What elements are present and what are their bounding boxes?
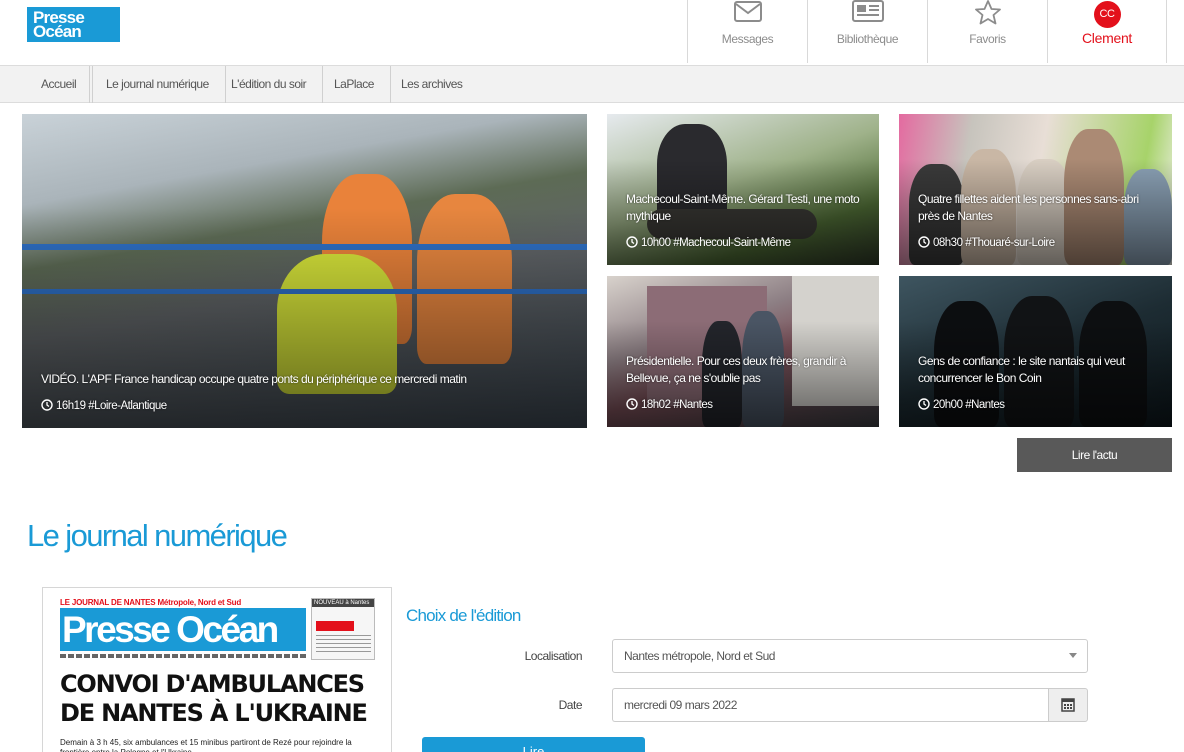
news-card-title: Gens de confiance : le site nantais qui … — [918, 354, 1125, 385]
cover-brand: Presse Océan — [60, 608, 306, 651]
news-card-time: 10h00 — [641, 237, 671, 249]
news-card-time: 16h19 — [56, 400, 86, 412]
news-card-4[interactable]: Gens de confiance : le site nantais qui … — [899, 276, 1172, 427]
nav-item-edition-du-soir[interactable]: L'édition du soir — [215, 66, 324, 103]
nav-item-laplace[interactable]: LaPlace — [318, 66, 391, 103]
library-button[interactable]: Bibliothèque — [807, 0, 927, 63]
user-name: Clement — [1081, 30, 1133, 46]
news-card-main[interactable]: VIDÉO. L'APF France handicap occupe quat… — [22, 114, 587, 428]
cover-info-line — [60, 654, 306, 658]
cover-ad-box: NOUVEAU à Nantes — [311, 598, 375, 660]
nav-item-archives[interactable]: Les archives — [385, 66, 478, 103]
location-select[interactable]: Nantes métropole, Nord et Sud — [612, 639, 1088, 673]
favorites-button[interactable]: Favoris — [927, 0, 1047, 63]
news-card-tag[interactable]: #Nantes — [673, 399, 713, 411]
cover-ad-head: NOUVEAU à Nantes — [312, 599, 374, 607]
newspaper-cover[interactable]: LE JOURNAL DE NANTES Métropole, Nord et … — [42, 587, 392, 752]
clock-icon — [626, 398, 638, 410]
date-value: mercredi 09 mars 2022 — [624, 698, 737, 712]
news-card-1[interactable]: Machecoul-Saint-Même. Gérard Testi, une … — [607, 114, 879, 265]
card-shade — [22, 208, 587, 428]
chevron-down-icon — [1069, 653, 1077, 658]
cover-headline-line-2: DE NANTES À L'UKRAINE — [60, 699, 368, 727]
nav-item-accueil[interactable]: Accueil — [25, 66, 94, 103]
news-card-meta: 16h19 #Loire-Atlantique — [41, 399, 167, 412]
messages-label: Messages — [721, 32, 774, 46]
cover-ad-lines — [316, 635, 371, 655]
logo-line-2: Océan — [33, 22, 82, 41]
cover-body: Demain à 3 h 45, six ambulances et 15 mi… — [60, 738, 352, 752]
favorites-label: Favoris — [969, 32, 1006, 46]
newspaper-icon — [851, 0, 884, 22]
presse-ocean-logo[interactable]: Presse Océan — [27, 7, 120, 42]
news-card-time: 08h30 — [933, 237, 963, 249]
news-card-meta: 10h00 #Machecoul-Saint-Même — [626, 236, 791, 249]
date-input[interactable]: mercredi 09 mars 2022 — [612, 688, 1049, 722]
cover-headline: CONVOI D'AMBULANCES DE NANTES À L'UKRAIN… — [60, 670, 380, 728]
cover-headline-line-1: CONVOI D'AMBULANCES — [60, 670, 365, 698]
news-card-meta: 20h00 #Nantes — [918, 398, 1005, 411]
news-card-tag[interactable]: #Nantes — [965, 399, 1005, 411]
user-avatar: CC — [1093, 1, 1121, 28]
location-label: Localisation — [524, 649, 583, 663]
news-card-time: 20h00 — [933, 399, 963, 411]
cover-ad-banner — [316, 621, 354, 631]
news-card-2[interactable]: Quatre fillettes aident les personnes sa… — [899, 114, 1172, 265]
calendar-button[interactable] — [1048, 688, 1088, 722]
news-card-title: Présidentielle. Pour ces deux frères, gr… — [626, 354, 846, 385]
edition-choice-title: Choix de l'édition — [406, 606, 521, 625]
nav-item-journal-numerique[interactable]: Le journal numérique — [89, 66, 226, 103]
news-card-tag[interactable]: #Machecoul-Saint-Même — [673, 237, 791, 249]
calendar-icon — [1061, 698, 1075, 712]
location-value: Nantes métropole, Nord et Sud — [624, 649, 775, 663]
star-icon — [974, 0, 1001, 25]
news-card-title: VIDÉO. L'APF France handicap occupe quat… — [41, 372, 467, 386]
clock-icon — [918, 236, 930, 248]
cover-topline: LE JOURNAL DE NANTES Métropole, Nord et … — [60, 598, 293, 608]
user-account-button[interactable]: CC Clement — [1047, 0, 1167, 63]
news-card-meta: 08h30 #Thouaré-sur-Loire — [918, 236, 1055, 249]
news-card-tag[interactable]: #Thouaré-sur-Loire — [965, 237, 1055, 249]
news-card-meta: 18h02 #Nantes — [626, 398, 713, 411]
main-nav: Accueil Le journal numérique L'édition d… — [0, 65, 1184, 103]
news-card-time: 18h02 — [641, 399, 671, 411]
clock-icon — [626, 236, 638, 248]
news-card-title: Machecoul-Saint-Même. Gérard Testi, une … — [626, 192, 860, 223]
top-header: Presse Océan Messages Bibliothèque Favor… — [0, 0, 1184, 65]
clock-icon — [41, 399, 53, 411]
envelope-icon — [733, 1, 762, 22]
read-news-button[interactable]: Lire l'actu — [1017, 438, 1172, 472]
library-label: Bibliothèque — [836, 32, 899, 46]
read-journal-button[interactable]: Lire — [422, 737, 645, 752]
date-label: Date — [558, 698, 583, 712]
news-card-tag[interactable]: #Loire-Atlantique — [88, 400, 167, 412]
messages-button[interactable]: Messages — [687, 0, 807, 63]
clock-icon — [918, 398, 930, 410]
news-card-3[interactable]: Présidentielle. Pour ces deux frères, gr… — [607, 276, 879, 427]
section-title: Le journal numérique — [27, 518, 288, 553]
news-card-title: Quatre fillettes aident les personnes sa… — [918, 192, 1139, 223]
